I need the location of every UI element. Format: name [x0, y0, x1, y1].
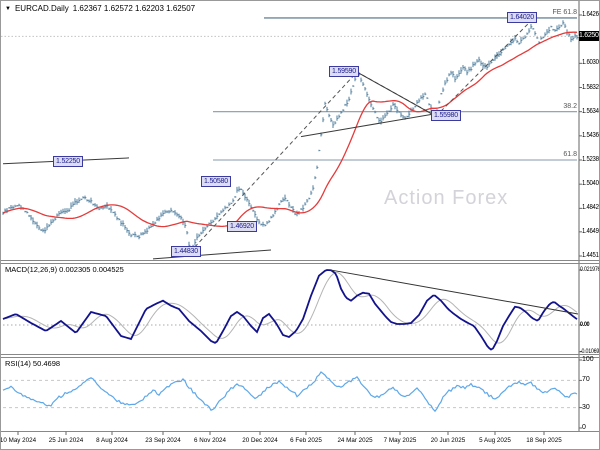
symbol-dropdown-icon[interactable]: ▼ [5, 6, 11, 12]
price-callout: 1.55980 [431, 110, 461, 122]
rsi-axis-tick: 30 [582, 403, 590, 411]
price-axis-tick: 1.48420 [582, 204, 600, 212]
date-axis-label: 20 Jun 2025 [430, 437, 466, 444]
price-axis-tick: 1.50400 [582, 180, 600, 188]
price-callout: 1.46920 [227, 220, 257, 232]
date-axis-label: 8 Aug 2024 [96, 437, 128, 444]
price-callout: 1.52250 [53, 155, 83, 167]
date-axis-label: 20 Dec 2024 [242, 437, 278, 444]
price-axis-tick: 1.58320 [582, 83, 600, 91]
date-axis-label: 23 Sep 2024 [145, 437, 181, 444]
macd-axis-tick: 0.021976 [580, 266, 600, 274]
price-callout: 1.44830 [171, 246, 201, 258]
date-axis-label: 25 Jun 2024 [48, 437, 84, 444]
current-price-tag: 1.62507 [579, 31, 600, 42]
price-callout: 1.50580 [201, 175, 231, 187]
price-axis-tick: 1.60300 [582, 59, 600, 67]
chart-title: ▼ EURCAD.Daily 1.62367 1.62572 1.62203 1… [5, 4, 195, 13]
date-axis-label: 10 May 2024 [0, 437, 37, 444]
macd-label: MACD(12,26,9) 0.002305 0.004525 [5, 265, 124, 274]
price-axis-tick: 1.64260 [582, 11, 600, 18]
rsi-axis-tick: 100 [582, 356, 594, 363]
date-axis-label: 24 Mar 2025 [337, 437, 373, 444]
macd-axis-tick: -0.010692 [580, 347, 600, 355]
date-axis-label: 7 May 2025 [383, 437, 417, 444]
price-callout: 1.64020 [507, 11, 537, 23]
price-chart-canvas[interactable] [1, 1, 600, 450]
price-axis-tick: 1.44515 [582, 252, 600, 259]
rsi-axis-tick: 70 [582, 376, 590, 384]
price-axis-tick: 1.46495 [582, 227, 600, 235]
price-callout: 1.59590 [329, 66, 359, 77]
fib-level-label: 61.8 [563, 151, 577, 158]
fib-level-label: 38.2 [563, 102, 577, 110]
fib-level-label: FE 61.8 [552, 8, 577, 16]
watermark: Action Forex [384, 187, 509, 209]
macd-axis-tick: 0.00 [580, 321, 590, 328]
ohlc-values: 1.62367 1.62572 1.62203 1.62507 [72, 4, 196, 13]
date-axis-label: 6 Nov 2024 [194, 437, 226, 444]
rsi-axis-tick: 0 [582, 424, 586, 431]
date-axis-label: 6 Feb 2025 [290, 437, 322, 444]
symbol-label: EURCAD.Daily [14, 4, 69, 13]
date-axis-label: 18 Sep 2025 [526, 437, 562, 444]
price-axis-tick: 1.52380 [582, 156, 600, 163]
price-axis-tick: 1.54360 [582, 131, 600, 139]
chart-root: ▼ EURCAD.Daily 1.62367 1.62572 1.62203 1… [0, 0, 600, 450]
price-axis-tick: 1.56340 [582, 107, 600, 115]
date-axis-label: 5 Aug 2025 [479, 437, 511, 444]
rsi-label: RSI(14) 50.4698 [5, 359, 61, 368]
